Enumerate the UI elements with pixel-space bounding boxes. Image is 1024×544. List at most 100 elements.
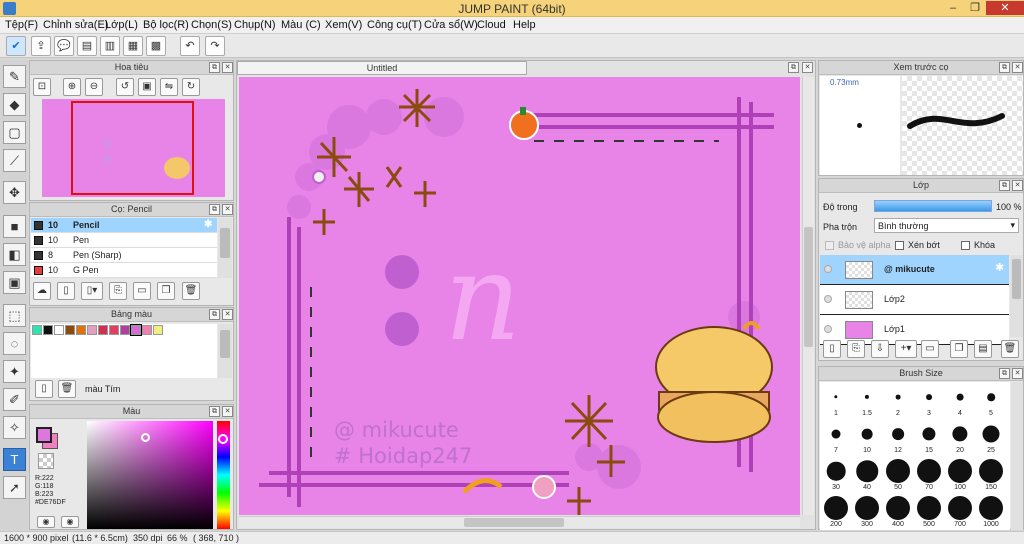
palette-swatch[interactable] [65,325,75,335]
panel-close-icon[interactable]: ✕ [1012,368,1023,379]
color-picker-handle[interactable] [141,433,150,442]
add-swatch-icon[interactable]: ▯ [35,380,53,398]
panel-close-icon[interactable]: ✕ [222,406,233,417]
panel-detach-icon[interactable]: ⧉ [999,180,1010,191]
visibility-eye-icon[interactable] [824,325,832,333]
hue-slider[interactable] [217,421,230,529]
palette-swatch[interactable] [32,325,42,335]
palette-swatch[interactable] [87,325,97,335]
check-icon[interactable]: ✔ [6,36,26,56]
panel-close-icon[interactable]: ✕ [222,309,233,320]
panel-detach-icon[interactable]: ⧉ [209,62,220,73]
pen-tool-icon[interactable]: ✎ [3,65,26,88]
delete-swatch-icon[interactable]: 🗑 [58,380,76,398]
gear-icon[interactable]: ✱ [995,261,1004,274]
brush-size-cell[interactable]: 40 [852,456,882,493]
layer-list-scrollbar[interactable] [1010,255,1023,337]
layer-row[interactable]: Lớp2 [820,285,1009,315]
brush-list-item[interactable]: 10 G Pen [31,263,217,278]
visibility-eye-icon[interactable] [824,295,832,303]
layer-trash-icon[interactable]: 🗑 [1001,340,1019,358]
foreground-color-swatch[interactable] [36,427,52,443]
palette-swatch[interactable] [153,325,163,335]
undo-icon[interactable]: ↶ [180,36,200,56]
layer-folder-icon[interactable]: ▭ [921,340,939,358]
upload-icon[interactable]: ⇪ [31,36,51,56]
duplicate-icon[interactable]: ❐ [157,282,175,300]
page-icon[interactable]: ▦ [123,36,143,56]
new-layer-icon[interactable]: ▯ [823,340,841,358]
brush-list-item[interactable]: 10 Pen [31,233,217,248]
brush-size-cell[interactable]: 12 [883,419,913,456]
canvas-detach-icon[interactable]: ⧉ [788,62,799,73]
menu-edit[interactable]: Chỉnh sửa(E) [43,19,108,31]
panel-detach-icon[interactable]: ⧉ [999,368,1010,379]
trash-icon[interactable]: 🗑 [182,282,200,300]
protect-alpha-checkbox[interactable] [825,241,834,250]
palette-swatch[interactable] [130,324,142,336]
palette-swatch[interactable] [43,325,53,335]
zoom-out-icon[interactable]: ⊖ [85,78,103,96]
color-mode-icon[interactable]: ◉ [37,516,55,528]
panel-close-icon[interactable]: ✕ [222,204,233,215]
drawing-canvas[interactable]: n @ mikucute # Hoidap247 [239,77,800,515]
palette-swatch[interactable] [76,325,86,335]
rect-select-icon[interactable]: ⬚ [3,304,26,327]
navigator-thumbnail[interactable] [42,99,225,197]
zoom-fit-icon[interactable]: ⊡ [33,78,51,96]
brush-size-cell[interactable]: 1 [821,382,851,419]
menu-select[interactable]: Chọn(S) [191,19,232,31]
brush-size-cell[interactable]: 300 [852,493,882,530]
text-tool-icon[interactable]: T [3,448,26,471]
fill-rect-tool-icon[interactable]: ■ [3,215,26,238]
close-button[interactable]: ✕ [986,1,1024,15]
speech-bubble-icon[interactable]: 💬 [54,36,74,56]
brush-size-cell[interactable]: 400 [883,493,913,530]
brush-size-cell[interactable]: 50 [883,456,913,493]
brush-size-cell[interactable]: 7 [821,419,851,456]
menu-tools[interactable]: Công cụ(T) [367,19,422,31]
document-icon[interactable]: ▥ [100,36,120,56]
panel-detach-icon[interactable]: ⧉ [209,204,220,215]
redo-icon[interactable]: ↷ [205,36,225,56]
brush-dropdown-icon[interactable]: ▯▾ [81,282,103,300]
maximize-button[interactable]: ❐ [964,1,986,15]
new-brush-icon[interactable]: ▯ [57,282,75,300]
bucket-tool-icon[interactable]: ◧ [3,243,26,266]
zoom-in-icon[interactable]: ⊕ [63,78,81,96]
viewport-rect[interactable] [71,101,194,195]
layer-duplicate-icon[interactable]: ❐ [950,340,968,358]
comment-icon[interactable]: ▤ [77,36,97,56]
brush-size-cell[interactable]: 200 [821,493,851,530]
panel-close-icon[interactable]: ✕ [222,62,233,73]
color-swap-icon[interactable]: ◉ [61,516,79,528]
canvas-close-icon[interactable]: ✕ [802,62,813,73]
vertical-scrollbar[interactable] [802,77,814,515]
menu-filter[interactable]: Bộ lọc(R) [143,19,189,31]
palette-scrollbar[interactable] [218,324,232,378]
menu-capture[interactable]: Chụp(N) [234,19,276,31]
brush-size-cell[interactable]: 150 [976,456,1006,493]
clip-checkbox[interactable] [895,241,904,250]
rectangle-tool-icon[interactable]: ▢ [3,121,26,144]
menu-window[interactable]: Cửa sổ(W) [424,19,478,31]
flip-icon[interactable]: ⇋ [160,78,178,96]
line-tool-icon[interactable]: ⟋ [3,149,26,172]
brush-settings-icon[interactable]: ☁ [33,282,51,300]
visibility-eye-icon[interactable] [824,265,832,273]
fit-window-icon[interactable]: ▣ [138,78,156,96]
menu-file[interactable]: Tệp(F) [5,19,38,31]
selection-pen-icon[interactable]: ✐ [3,388,26,411]
selection-eraser-icon[interactable]: ✧ [3,416,26,439]
eraser-tool-icon[interactable]: ◆ [3,93,26,116]
minimize-button[interactable]: – [942,1,964,15]
brush-size-cell[interactable]: 2 [883,382,913,419]
copy-brush-icon[interactable]: ⎘ [109,282,127,300]
brush-size-cell[interactable]: 15 [914,419,944,456]
rotate-left-icon[interactable]: ↺ [116,78,134,96]
menu-layer[interactable]: Lớp(L) [105,19,138,31]
panel-detach-icon[interactable]: ⧉ [209,406,220,417]
menu-help[interactable]: Help [513,19,536,31]
palette-swatch[interactable] [120,325,130,335]
layer-row[interactable]: @ mikucute ✱ [820,255,1009,285]
